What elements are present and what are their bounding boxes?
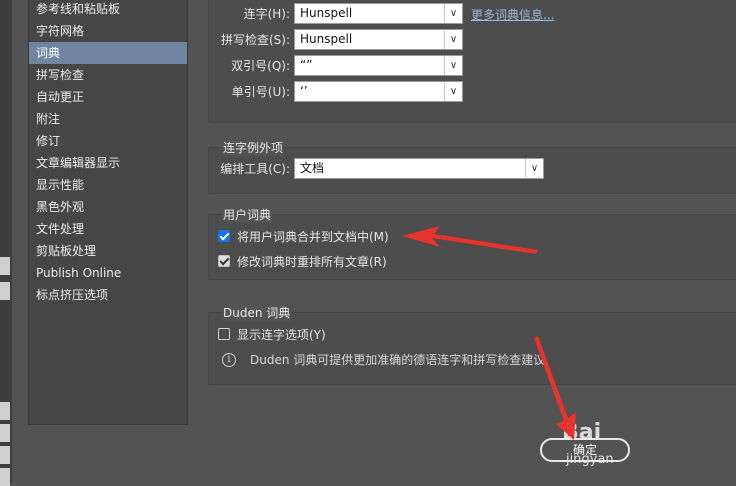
arrow-to-merge-option	[402, 226, 538, 254]
arrow-to-ok-button	[534, 336, 576, 440]
annotation-arrows	[402, 226, 576, 440]
